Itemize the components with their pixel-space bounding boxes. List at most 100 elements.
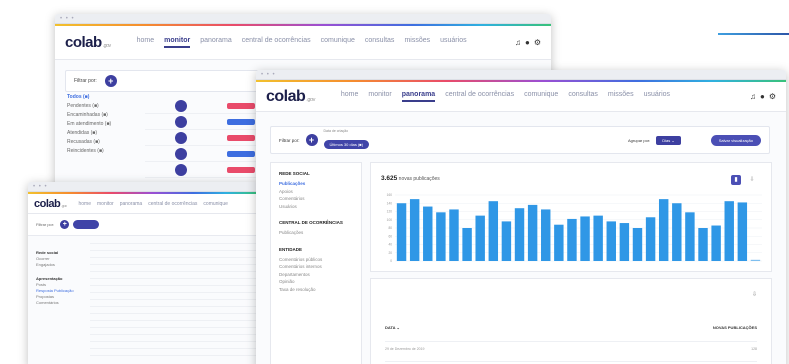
- sidebar-item[interactable]: Comentários: [279, 195, 353, 203]
- add-icon[interactable]: [175, 163, 187, 176]
- download-icon[interactable]: ⇩: [752, 291, 757, 298]
- chart-bar[interactable]: [580, 216, 590, 261]
- sidebar-item[interactable]: Engajados: [36, 262, 88, 268]
- nav-link-panorama[interactable]: panorama: [200, 37, 232, 48]
- sidebar-item[interactable]: Comentários internos: [279, 263, 353, 271]
- chart-bar[interactable]: [475, 215, 485, 261]
- nav-link-comunique[interactable]: comunique: [524, 91, 558, 102]
- sidebar-item[interactable]: Taxa de resolução: [279, 286, 353, 294]
- add-filter-button[interactable]: +: [104, 75, 117, 87]
- sidebar-item[interactable]: Comentários públicos: [279, 256, 353, 264]
- nav-link-missões[interactable]: missões: [404, 37, 430, 48]
- chart-bar[interactable]: [658, 199, 669, 261]
- chart-bar[interactable]: [396, 203, 407, 261]
- add-icon[interactable]: [175, 115, 187, 128]
- table-row[interactable]: 29 de Dezembro de 2019 128: [385, 341, 757, 351]
- sidebar-item[interactable]: Comentários: [36, 300, 88, 306]
- sidebar-item[interactable]: Departamentos: [279, 271, 353, 279]
- status-filter-item[interactable]: Encaminhadas (■): [67, 112, 137, 121]
- nav-link-usuários[interactable]: usuários: [644, 91, 670, 102]
- nav-link-missões[interactable]: missões: [608, 91, 634, 102]
- status-filter-item[interactable]: Atendidas (■): [67, 130, 137, 139]
- chart-bar[interactable]: [567, 218, 577, 261]
- colab-logo[interactable]: colab.gov: [266, 88, 315, 106]
- date-filter-pill[interactable]: [73, 220, 99, 229]
- chart-bar[interactable]: [645, 217, 656, 261]
- chart-bar[interactable]: [436, 212, 446, 261]
- y-tick-label: 140: [387, 201, 393, 205]
- chart-bar[interactable]: [632, 228, 643, 261]
- status-filter-item[interactable]: Recusadas (■): [67, 139, 137, 148]
- chart-bar[interactable]: [541, 209, 551, 261]
- chart-bar[interactable]: [554, 224, 564, 261]
- table-row: [90, 244, 258, 251]
- nav-link-panorama[interactable]: panorama: [120, 201, 143, 207]
- chart-bar[interactable]: [462, 228, 472, 261]
- colab-logo[interactable]: colab.gov: [65, 34, 111, 51]
- nav-link-central-de-ocorrências[interactable]: central de ocorrências: [148, 201, 197, 207]
- add-icon[interactable]: [175, 147, 187, 160]
- chart-bar[interactable]: [711, 225, 721, 261]
- status-filter-item[interactable]: Em atendimento (■): [67, 121, 137, 130]
- settings-icon[interactable]: ⚙: [534, 38, 541, 47]
- help-icon[interactable]: ●: [760, 92, 765, 101]
- colab-logo[interactable]: colab.gov: [34, 198, 67, 210]
- download-icon[interactable]: ⇩: [747, 175, 757, 185]
- table-header-date[interactable]: DATA ⌄: [385, 325, 400, 330]
- sidebar-item[interactable]: Usuários: [279, 203, 353, 211]
- chart-bar[interactable]: [672, 203, 682, 261]
- bell-icon[interactable]: ♫: [750, 92, 756, 101]
- chart-bar[interactable]: [724, 201, 734, 261]
- sidebar-item[interactable]: Publicações: [279, 180, 353, 188]
- add-filter-button[interactable]: +: [305, 134, 318, 146]
- sidebar-item[interactable]: Apoios: [279, 188, 353, 196]
- nav-link-home[interactable]: home: [137, 37, 155, 48]
- nav-link-usuários[interactable]: usuários: [440, 37, 466, 48]
- chart-bar[interactable]: [488, 201, 499, 261]
- table-row: [90, 307, 258, 314]
- sidebar-item[interactable]: Publicações: [279, 229, 353, 237]
- chart-bar[interactable]: [593, 215, 603, 261]
- chart-bar[interactable]: [409, 199, 420, 261]
- status-filter-item[interactable]: Todos (■): [67, 94, 137, 103]
- bar-chart-icon[interactable]: ▮: [731, 175, 741, 185]
- chart-bar[interactable]: [449, 209, 459, 261]
- date-filter[interactable]: Data de criação Últimos 30 dias (■): [323, 129, 370, 151]
- nav-link-monitor[interactable]: monitor: [97, 201, 114, 207]
- group-by-select[interactable]: Dias ⌄: [656, 135, 681, 145]
- date-filter-pill[interactable]: Últimos 30 dias (■): [323, 140, 370, 149]
- filter-bar: Filtrar por: +: [28, 214, 258, 236]
- nav-link-central-de-ocorrências[interactable]: central de ocorrências: [445, 91, 514, 102]
- nav-link-comunique[interactable]: comunique: [321, 37, 355, 48]
- sidebar-item[interactable]: Opinião: [279, 278, 353, 286]
- help-icon[interactable]: ●: [525, 38, 530, 47]
- chart-bar[interactable]: [501, 221, 512, 261]
- chart-bar[interactable]: [606, 221, 616, 261]
- status-filter-item[interactable]: Pendentes (■): [67, 103, 137, 112]
- nav-link-monitor[interactable]: monitor: [368, 91, 391, 102]
- nav-link-home[interactable]: home: [341, 91, 359, 102]
- chart-bar[interactable]: [685, 212, 695, 261]
- chart-bar[interactable]: [750, 259, 761, 261]
- y-tick-label: 160: [387, 193, 393, 197]
- chart-bar[interactable]: [737, 202, 748, 261]
- bell-icon[interactable]: ♫: [515, 38, 521, 47]
- nav-link-central-de-ocorrências[interactable]: central de ocorrências: [242, 37, 311, 48]
- nav-link-monitor[interactable]: monitor: [164, 37, 191, 48]
- chart-bar[interactable]: [514, 208, 525, 261]
- nav-link-consultas[interactable]: consultas: [568, 91, 598, 102]
- nav-link-home[interactable]: home: [79, 201, 92, 207]
- nav-link-consultas[interactable]: consultas: [365, 37, 395, 48]
- add-filter-button[interactable]: +: [60, 220, 70, 229]
- nav-link-panorama[interactable]: panorama: [401, 91, 436, 102]
- chart-bar[interactable]: [619, 223, 630, 261]
- chart-bar[interactable]: [527, 204, 538, 261]
- add-icon[interactable]: [175, 131, 187, 144]
- chart-bar[interactable]: [698, 228, 708, 261]
- nav-link-comunique[interactable]: comunique: [203, 201, 227, 207]
- settings-icon[interactable]: ⚙: [769, 92, 776, 101]
- chart-bar[interactable]: [423, 206, 433, 261]
- add-icon[interactable]: [175, 99, 187, 112]
- status-filter-item[interactable]: Reincidentes (■): [67, 148, 137, 157]
- save-view-button[interactable]: Salvar visualização: [710, 134, 761, 146]
